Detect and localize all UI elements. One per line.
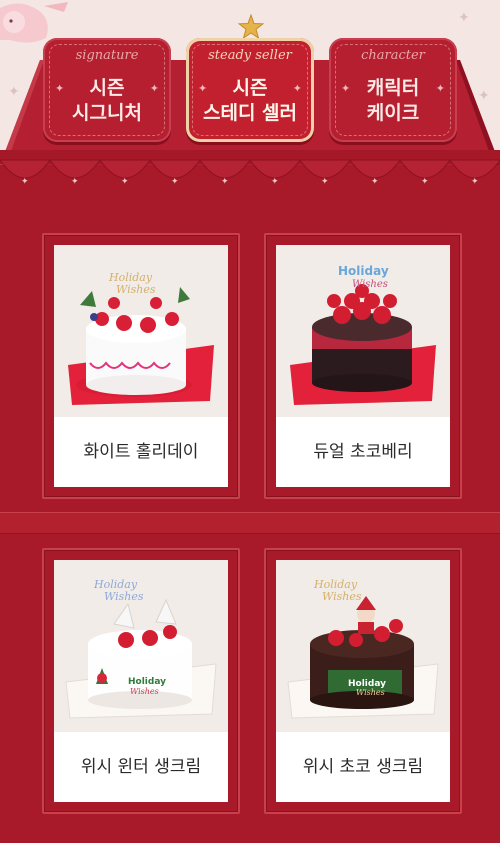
tab-season-signature[interactable]: signature ✦ ✦ 시즌 시그니처 [43,38,171,142]
cake-dual-chocoberry-image: Holiday Wishes [276,245,450,417]
tab-label: 시즌 시그니처 [72,77,142,124]
svg-text:✦: ✦ [421,177,429,187]
product-name: 화이트 홀리데이 [83,442,199,462]
svg-text:✦: ✦ [371,177,379,187]
cake-wish-winter-cream-image: Holiday Wishes Holiday Wishes [54,560,228,732]
svg-text:✦: ✦ [71,177,79,187]
svg-text:✦: ✦ [21,177,29,187]
product-card-wish-winter-cream[interactable]: Holiday Wishes Holiday Wishes 위시 윈터 생크림 [54,560,228,802]
product-name: 위시 윈터 생크림 [80,757,202,777]
star-icon [238,14,264,40]
product-frame: Holiday Wishes 듀얼 초코베리 [264,233,462,499]
svg-text:Wishes: Wishes [130,687,159,696]
product-name: 위시 초코 생크림 [302,757,424,777]
product-card-dual-chocoberry[interactable]: Holiday Wishes 듀얼 초코베리 [276,245,450,487]
svg-text:Wishes: Wishes [116,283,156,296]
cake-wish-choco-cream-image: Holiday Wishes Holiday Wishes [276,560,450,732]
product-image: Holiday Wishes [276,245,450,417]
product-image: Holiday Wishes [54,245,228,417]
svg-text:Wishes: Wishes [104,590,144,603]
svg-text:✦: ✦ [121,177,129,187]
tab-character-cake[interactable]: character ✦ ✦ 캐릭터 케이크 [329,38,457,142]
svg-text:✦: ✦ [321,177,329,187]
product-image: Holiday Wishes Holiday Wishes [276,560,450,732]
svg-text:Wishes: Wishes [322,590,362,603]
svg-text:Wishes: Wishes [352,279,388,290]
svg-text:✦: ✦ [271,177,279,187]
product-frame: Holiday Wishes 화이트 홀리데이 [42,233,240,499]
tab-script-label: steady seller [208,48,292,63]
svg-text:✦: ✦ [221,177,229,187]
product-frame: Holiday Wishes Holiday Wishes 위시 윈터 생크림 [42,548,240,814]
product-card-wish-choco-cream[interactable]: Holiday Wishes Holiday Wishes 위시 초코 생크림 [276,560,450,802]
page: ✦ ✦ ✦ signature ✦ ✦ 시즌 시그니처 steady selle… [0,0,500,843]
tab-season-steady-seller[interactable]: steady seller ✦ ✦ 시즌 스테디 셀러 [186,38,314,142]
svg-text:Holiday: Holiday [128,677,166,687]
tab-label: 캐릭터 케이크 [366,77,420,124]
svg-text:Wishes: Wishes [356,688,385,697]
product-frame: Holiday Wishes Holiday Wishes 위시 초코 생크림 [264,548,462,814]
cake-white-holiday-image: Holiday Wishes [54,245,228,417]
tab-label: 시즌 스테디 셀러 [202,77,297,124]
tab-script-label: character [361,48,425,63]
product-card-white-holiday[interactable]: Holiday Wishes 화이트 홀리데이 [54,245,228,487]
product-name: 듀얼 초코베리 [313,442,413,462]
product-image: Holiday Wishes Holiday Wishes [54,560,228,732]
tab-script-label: signature [75,48,139,63]
svg-text:✦: ✦ [471,177,479,187]
shelf-divider [0,512,500,534]
scalloped-awning: ✦ ✦ ✦ ✦ ✦ ✦ ✦ ✦ ✦ ✦ [0,150,500,187]
svg-text:Holiday: Holiday [338,264,389,278]
svg-text:✦: ✦ [171,177,179,187]
